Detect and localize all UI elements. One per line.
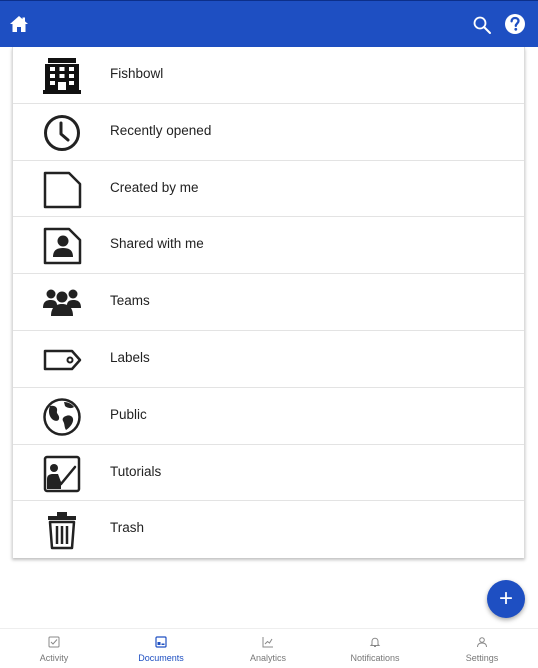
nav-item-label: Activity: [39, 653, 69, 663]
bell-icon: [369, 635, 381, 647]
documents-icon: [155, 635, 167, 648]
trash-icon: [42, 510, 82, 550]
menu-item-shared-with-me[interactable]: Shared with me: [13, 217, 524, 275]
analytics-icon: [262, 635, 274, 648]
add-fab-button[interactable]: +: [487, 580, 525, 618]
nav-item-label: Settings: [465, 653, 499, 663]
menu-item-tutorials[interactable]: Tutorials: [13, 445, 524, 502]
menu-item-label: Labels: [110, 349, 150, 365]
person-icon: [476, 635, 488, 648]
menu-item-fishbowl[interactable]: Fishbowl: [13, 47, 524, 104]
search-icon[interactable]: [471, 14, 493, 36]
nav-item-label: Documents: [138, 653, 184, 663]
menu-item-label: Recently opened: [110, 122, 212, 138]
menu-item-public[interactable]: Public: [13, 388, 524, 445]
menu-item-trash[interactable]: Trash: [13, 501, 524, 558]
menu-item-label: Teams: [110, 293, 150, 309]
nav-item-activity[interactable]: Activity: [4, 629, 104, 668]
menu-item-recently-opened[interactable]: Recently opened: [13, 104, 524, 161]
bottom-navigation: Activity Documents Analytics Notificatio…: [0, 628, 538, 667]
building-icon: [42, 56, 82, 96]
document-icon: [42, 170, 82, 210]
nav-item-label: Notifications: [350, 653, 400, 663]
tag-icon: [42, 340, 82, 380]
tutorial-icon: [42, 454, 82, 494]
menu-item-label: Created by me: [110, 179, 199, 195]
nav-item-documents[interactable]: Documents: [111, 629, 211, 668]
menu-item-label: Shared with me: [110, 236, 204, 252]
globe-icon: [42, 397, 82, 437]
menu-item-label: Public: [110, 406, 147, 422]
plus-icon: +: [498, 585, 513, 612]
clock-icon: [42, 113, 82, 153]
home-icon[interactable]: [9, 14, 29, 34]
help-icon[interactable]: [504, 13, 526, 35]
menu-item-label: Trash: [110, 520, 145, 536]
nav-item-settings[interactable]: Settings: [432, 629, 532, 668]
menu-item-labels[interactable]: Labels: [13, 331, 524, 388]
group-icon: [42, 283, 82, 323]
top-app-bar: [0, 0, 538, 47]
menu-item-label: Fishbowl: [110, 66, 164, 81]
menu-item-label: Tutorials: [110, 463, 162, 479]
documents-menu-list: Fishbowl Recently opened Created by me S…: [12, 47, 525, 558]
shared-document-icon: [42, 226, 82, 266]
menu-item-teams[interactable]: Teams: [13, 274, 524, 331]
menu-item-created-by-me[interactable]: Created by me: [13, 161, 524, 218]
activity-icon: [48, 635, 60, 648]
nav-item-analytics[interactable]: Analytics: [218, 629, 318, 668]
nav-item-label: Analytics: [249, 653, 286, 663]
nav-item-notifications[interactable]: Notifications: [325, 629, 425, 668]
